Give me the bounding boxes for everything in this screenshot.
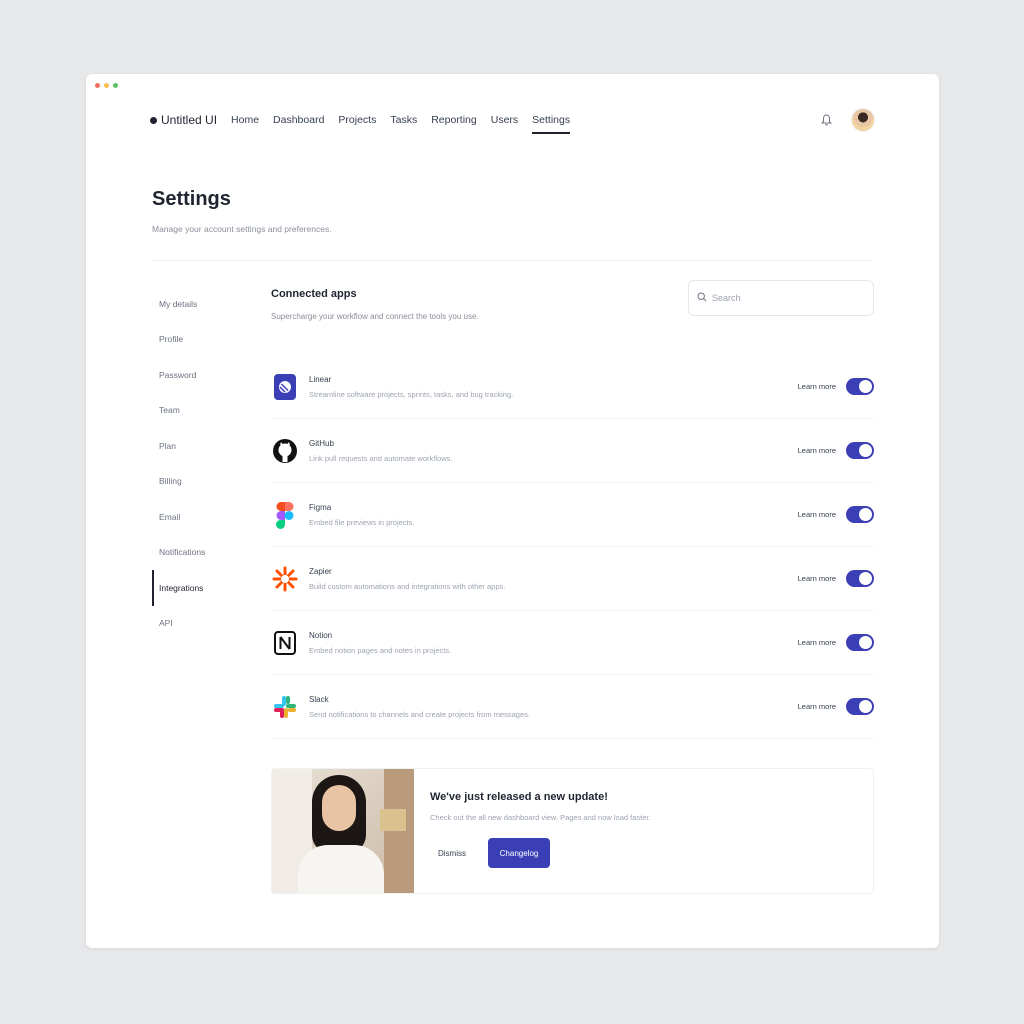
nav-item-dashboard[interactable]: Dashboard [273,108,324,132]
nav-item-settings[interactable]: Settings [532,108,570,134]
app-description: Send notifications to channels and creat… [309,709,530,719]
app-toggle-zapier[interactable] [846,570,874,587]
notion-icon [271,626,299,660]
app-name: Linear [309,374,332,384]
user-avatar[interactable] [851,108,875,132]
nav-right [819,108,875,132]
app-toggle-notion[interactable] [846,634,874,651]
changelog-button[interactable]: Changelog [488,838,550,868]
learn-more-link[interactable]: Learn more [798,510,836,519]
app-row-notion: Notion Embed notion pages and notes in p… [271,611,874,675]
page-subtitle: Manage your account settings and prefere… [152,224,332,234]
nav-item-tasks[interactable]: Tasks [390,108,417,132]
side-item-team[interactable]: Team [152,393,242,429]
learn-more-link[interactable]: Learn more [798,574,836,583]
app-description: Embed notion pages and notes in projects… [309,645,452,655]
app-row-zapier: Zapier Build custom automations and inte… [271,547,874,611]
side-item-profile[interactable]: Profile [152,322,242,358]
brand-name: Untitled UI [161,113,218,127]
window-controls [95,83,118,88]
app-description: Streamline software projects, sprints, t… [309,389,514,399]
brand-logo[interactable]: Untitled UI [150,113,217,127]
dismiss-button[interactable]: Dismiss [430,849,474,858]
nav-item-users[interactable]: Users [491,108,518,132]
app-name: Notion [309,630,333,640]
side-item-integrations[interactable]: Integrations [152,570,242,606]
side-item-email[interactable]: Email [152,499,242,535]
nav-item-projects[interactable]: Projects [338,108,376,132]
learn-more-link[interactable]: Learn more [798,446,836,455]
header-divider [152,260,873,261]
side-item-password[interactable]: Password [152,357,242,393]
search-box[interactable] [688,280,874,316]
section-subtitle: Supercharge your workflow and connect th… [271,312,479,321]
zapier-icon [271,562,299,596]
minimize-window-button[interactable] [104,83,109,88]
linear-icon [271,370,299,404]
app-name: Figma [309,502,332,512]
integrations-panel: Connected apps Supercharge your workflow… [271,280,874,739]
connected-apps-list: Linear Streamline software projects, spr… [271,355,874,739]
app-description: Build custom automations and integration… [309,581,506,591]
update-banner: We've just released a new update! Check … [271,768,874,894]
banner-text: Check out the all new dashboard view. Pa… [430,813,651,822]
maximize-window-button[interactable] [113,83,118,88]
nav-item-home[interactable]: Home [231,108,259,132]
app-toggle-figma[interactable] [846,506,874,523]
app-toggle-slack[interactable] [846,698,874,715]
search-input[interactable] [712,293,852,303]
app-toggle-github[interactable] [846,442,874,459]
app-row-github: GitHub Link pull requests and automate w… [271,419,874,483]
learn-more-link[interactable]: Learn more [798,702,836,711]
side-item-notifications[interactable]: Notifications [152,535,242,571]
nav-item-reporting[interactable]: Reporting [431,108,477,132]
app-name: Zapier [309,566,332,576]
app-name: GitHub [309,438,334,448]
slack-icon [271,690,299,724]
close-window-button[interactable] [95,83,100,88]
section-header: Connected apps Supercharge your workflow… [271,280,874,321]
app-window: Untitled UI Home Dashboard Projects Task… [86,74,939,948]
settings-side-menu: My details Profile Password Team Plan Bi… [152,286,242,641]
app-row-linear: Linear Streamline software projects, spr… [271,355,874,419]
app-description: Link pull requests and automate workflow… [309,453,453,463]
page-title: Settings [152,188,231,210]
learn-more-link[interactable]: Learn more [798,382,836,391]
banner-title: We've just released a new update! [430,791,608,803]
app-row-slack: Slack Send notifications to channels and… [271,675,874,739]
search-icon [697,289,707,307]
app-description: Embed file previews in projects. [309,517,415,527]
side-item-billing[interactable]: Billing [152,464,242,500]
side-item-my-details[interactable]: My details [152,286,242,322]
top-navigation: Untitled UI Home Dashboard Projects Task… [150,108,875,134]
github-icon [271,434,299,468]
app-row-figma: Figma Embed file previews in projects. L… [271,483,874,547]
app-toggle-linear[interactable] [846,378,874,395]
side-item-api[interactable]: API [152,606,242,642]
nav-items: Home Dashboard Projects Tasks Reporting … [231,108,570,134]
figma-icon [271,498,299,532]
side-item-plan[interactable]: Plan [152,428,242,464]
bell-icon[interactable] [819,113,833,127]
learn-more-link[interactable]: Learn more [798,638,836,647]
banner-photo [272,769,414,893]
app-name: Slack [309,694,329,704]
section-title: Connected apps [271,288,357,300]
logo-mark-icon [150,116,157,124]
